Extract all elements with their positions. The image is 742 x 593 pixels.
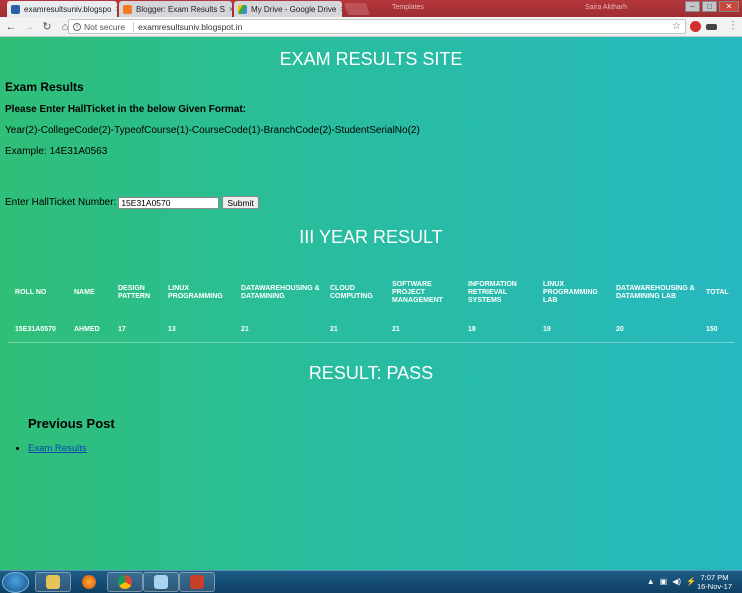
table-header-datawarehousing-lab: DATAWAREHOUSING & DATAMINING LAB bbox=[616, 285, 695, 300]
system-tray: ▲ ▣ ◀) ⚡ bbox=[647, 577, 696, 586]
close-window-icon[interactable]: ✕ bbox=[719, 1, 739, 12]
list-item: Exam Results bbox=[28, 443, 87, 454]
window-controls: – □ ✕ bbox=[685, 1, 739, 12]
adblock-extension-icon[interactable] bbox=[690, 21, 701, 32]
maximize-icon[interactable]: □ bbox=[702, 1, 717, 12]
chrome-icon bbox=[118, 575, 132, 589]
submit-button[interactable]: Submit bbox=[222, 196, 259, 209]
browser-tabstrip: examresultsuniv.blogspo × Blogger: Exam … bbox=[0, 0, 742, 17]
security-indicator[interactable]: i Not secure bbox=[69, 22, 129, 32]
reload-icon[interactable]: ↻ bbox=[40, 20, 54, 34]
previous-post-link[interactable]: Exam Results bbox=[28, 443, 87, 454]
minimize-icon[interactable]: – bbox=[685, 1, 700, 12]
clock-time: 7:07 PM bbox=[700, 573, 729, 582]
instruction-text: Please Enter HallTicket in the below Giv… bbox=[5, 104, 246, 115]
blog-favicon-icon bbox=[11, 4, 20, 14]
clock-date: 16-Nov-17 bbox=[696, 582, 732, 591]
table-header-cloud-computing: CLOUD COMPUTING bbox=[330, 285, 373, 300]
table-cell-design-pattern: 17 bbox=[118, 326, 126, 333]
table-header-roll-no: ROLL NO bbox=[15, 289, 47, 296]
omnibox-divider bbox=[133, 21, 135, 32]
table-header-datawarehousing: DATAWAREHOUSING & DATAMINING bbox=[241, 285, 320, 300]
address-bar[interactable]: i Not secure examresultsuniv.blogspot.in … bbox=[68, 19, 686, 34]
taskbar-notepad-button[interactable] bbox=[143, 572, 179, 592]
browser-tab-active[interactable]: examresultsuniv.blogspo × bbox=[7, 1, 117, 17]
table-divider bbox=[8, 342, 734, 343]
example-text: Example: 14E31A0563 bbox=[5, 146, 108, 157]
table-header-software-project-management: SOFTWARE PROJECT MANAGEMENT bbox=[392, 281, 443, 304]
new-tab-button[interactable] bbox=[343, 3, 371, 15]
power-icon[interactable]: ⚡ bbox=[686, 577, 696, 586]
table-header-linux-programming: LINUX PROGRAMMING bbox=[168, 285, 223, 300]
blogger-favicon-icon bbox=[123, 4, 132, 14]
powerpoint-icon bbox=[190, 575, 204, 589]
table-cell-datawarehousing: 21 bbox=[241, 326, 249, 333]
table-cell-cloud-computing: 21 bbox=[330, 326, 338, 333]
table-header-total: TOTAL bbox=[706, 289, 729, 296]
chrome-menu-icon[interactable]: ⋮ bbox=[728, 20, 738, 31]
volume-icon[interactable]: ◀) bbox=[672, 577, 681, 586]
result-status: RESULT: PASS bbox=[308, 363, 434, 383]
table-cell-datawarehousing-lab: 20 bbox=[616, 326, 624, 333]
table-header-information-retrieval: INFORMATION RETRIEVAL SYSTEMS bbox=[468, 281, 517, 304]
ghost-tab-label: Templates bbox=[392, 4, 424, 11]
info-icon: i bbox=[73, 22, 81, 31]
page-content: EXAM RESULTS SITE Exam Results Please En… bbox=[0, 37, 742, 570]
url-text[interactable]: examresultsuniv.blogspot.in bbox=[138, 22, 242, 32]
table-cell-total: 150 bbox=[706, 326, 718, 333]
incognito-extension-icon[interactable] bbox=[706, 24, 717, 30]
firefox-icon bbox=[82, 575, 96, 589]
table-header-linux-programming-lab: LINUX PROGRAMMING LAB bbox=[543, 281, 598, 304]
tab-close-icon[interactable]: × bbox=[336, 4, 342, 14]
tab-close-icon[interactable]: × bbox=[111, 4, 117, 14]
taskbar-powerpoint-button[interactable] bbox=[179, 572, 215, 592]
previous-post-heading: Previous Post bbox=[28, 416, 115, 431]
security-label: Not secure bbox=[84, 21, 126, 32]
hallticket-form: Enter HallTicket Number: Submit bbox=[5, 196, 259, 209]
forward-arrow-icon[interactable]: → bbox=[22, 20, 36, 34]
hallticket-input[interactable] bbox=[118, 196, 220, 209]
site-title: EXAM RESULTS SITE bbox=[279, 49, 463, 69]
taskbar-chrome-button[interactable] bbox=[107, 572, 143, 592]
table-cell-information-retrieval: 18 bbox=[468, 326, 476, 333]
table-cell-software-project-management: 21 bbox=[392, 326, 400, 333]
table-header-name: NAME bbox=[74, 289, 95, 296]
browser-tab-blogger[interactable]: Blogger: Exam Results S × bbox=[119, 1, 232, 17]
file-explorer-icon bbox=[46, 575, 60, 589]
taskbar-explorer-button[interactable] bbox=[35, 572, 71, 592]
tab-title: examresultsuniv.blogspo bbox=[24, 4, 112, 14]
page-heading: Exam Results bbox=[5, 80, 84, 94]
windows-taskbar: ▲ ▣ ◀) ⚡ 7:07 PM 16-Nov-17 bbox=[0, 570, 742, 593]
browser-toolbar: ← → ↻ ⌂ i Not secure examresultsuniv.blog… bbox=[0, 17, 742, 37]
table-cell-name: AHMED bbox=[74, 326, 100, 333]
previous-post-list: Exam Results bbox=[18, 443, 87, 454]
taskbar-firefox-button[interactable] bbox=[71, 572, 107, 592]
profile-name[interactable]: Saira Aktharh bbox=[585, 4, 627, 11]
table-cell-linux-programming-lab: 19 bbox=[543, 326, 551, 333]
windows-start-icon[interactable] bbox=[2, 572, 29, 593]
notepad-icon bbox=[154, 575, 168, 589]
bookmark-star-icon[interactable]: ☆ bbox=[672, 21, 681, 32]
format-text: Year(2)-CollegeCode(2)-TypeofCourse(1)-C… bbox=[5, 125, 420, 136]
table-header-design-pattern: DESIGN PATTERN bbox=[118, 285, 151, 300]
year-result-title: III YEAR RESULT bbox=[299, 227, 443, 247]
tab-title: My Drive - Google Drive bbox=[251, 4, 337, 14]
tab-close-icon[interactable]: × bbox=[225, 4, 232, 14]
hallticket-label: Enter HallTicket Number: bbox=[5, 197, 117, 208]
network-icon[interactable]: ▣ bbox=[660, 577, 668, 586]
table-cell-roll-no: 15E31A0570 bbox=[15, 326, 56, 333]
tray-arrow-icon[interactable]: ▲ bbox=[647, 577, 655, 586]
browser-tab-drive[interactable]: My Drive - Google Drive × bbox=[234, 1, 342, 17]
back-arrow-icon[interactable]: ← bbox=[4, 20, 18, 34]
tab-title: Blogger: Exam Results S bbox=[136, 4, 225, 14]
table-cell-linux-programming: 13 bbox=[168, 326, 176, 333]
taskbar-clock[interactable]: 7:07 PM 16-Nov-17 bbox=[697, 573, 732, 591]
google-drive-favicon-icon bbox=[238, 4, 247, 14]
